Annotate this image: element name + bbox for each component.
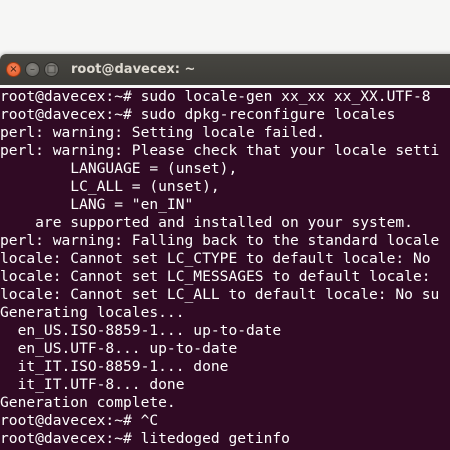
terminal-line: perl: warning: Falling back to the stand… <box>0 232 440 249</box>
terminal-line: are supported and installed on your syst… <box>0 214 413 231</box>
minimize-icon: – <box>30 63 35 75</box>
minimize-window-button[interactable]: – <box>25 62 40 77</box>
terminal-line: perl: warning: Setting locale failed. <box>0 124 326 141</box>
terminal-line: en_US.ISO-8859-1... up-to-date <box>0 322 282 339</box>
terminal-line: it_IT.UTF-8... done <box>0 376 185 393</box>
terminal-line: LC_ALL = (unset), <box>0 178 220 195</box>
terminal-line: root@davecex:~# ^C <box>0 412 159 429</box>
terminal-line: root@davecex:~# sudo dpkg-reconfigure lo… <box>0 106 396 123</box>
maximize-window-button[interactable]: □ <box>44 62 59 77</box>
terminal-line: LANG = "en_IN" <box>0 196 194 213</box>
window-controls: × – □ <box>6 62 59 77</box>
window-titlebar[interactable]: × – □ root@davecex: ~ <box>0 54 450 85</box>
close-window-button[interactable]: × <box>6 62 21 77</box>
terminal-line: LANGUAGE = (unset), <box>0 160 238 177</box>
terminal-line: perl: warning: Please check that your lo… <box>0 142 440 159</box>
terminal-prompt-line[interactable]: root@davecex:~# litedoged getinfo <box>0 430 450 448</box>
terminal-line: locale: Cannot set LC_ALL to default loc… <box>0 286 440 303</box>
maximize-icon: □ <box>46 63 57 75</box>
terminal-line: Generation complete. <box>0 394 176 411</box>
close-icon: × <box>9 63 18 75</box>
terminal-window[interactable]: × – □ root@davecex: ~ root@davecex:~# su… <box>0 54 450 450</box>
terminal-output[interactable]: root@davecex:~# sudo locale-gen xx_xx xx… <box>0 88 450 450</box>
terminal-line: locale: Cannot set LC_CTYPE to default l… <box>0 250 431 267</box>
window-title: root@davecex: ~ <box>71 62 196 77</box>
terminal-line: locale: Cannot set LC_MESSAGES to defaul… <box>0 268 440 285</box>
terminal-line: root@davecex:~# sudo locale-gen xx_xx xx… <box>0 88 431 105</box>
terminal-line: Generating locales... <box>0 304 185 321</box>
terminal-line: en_US.UTF-8... up-to-date <box>0 340 238 357</box>
terminal-line: it_IT.ISO-8859-1... done <box>0 358 229 375</box>
